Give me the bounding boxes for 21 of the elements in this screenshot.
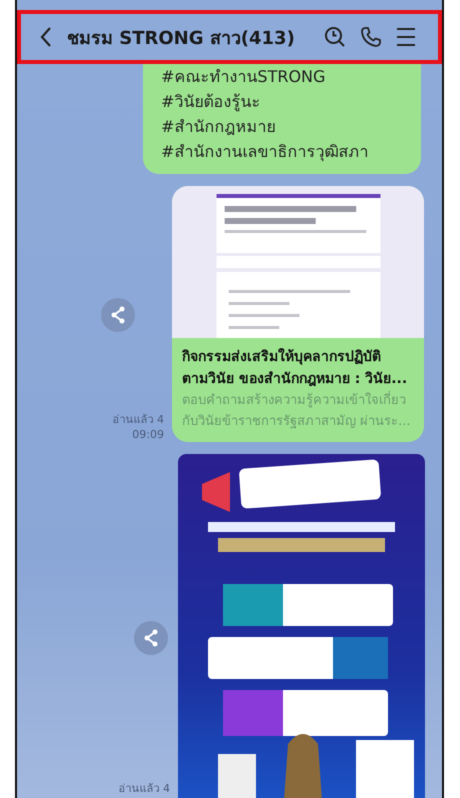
- hashtag-text: #วินัยต้องรู้นะ: [161, 91, 262, 114]
- hashtag-text: #คณะทำงานSTRONG: [161, 66, 326, 88]
- share-icon: [142, 629, 160, 647]
- message-time: 09:09: [132, 427, 164, 442]
- hashtag-text: #สำนักกฎหมาย: [161, 116, 276, 138]
- link-title: กิจกรรมส่งเสริมให้บุคลากรปฏิบัติ: [182, 347, 382, 367]
- share-icon: [109, 306, 127, 324]
- link-title: ตามวินัย ของสำนักกฎหมาย : วินัย...: [182, 370, 408, 389]
- back-icon[interactable]: [39, 26, 53, 48]
- link-description: ตอบคำถามสร้างความรู้ความเข้าใจเกี่ยว: [182, 390, 416, 411]
- menu-icon[interactable]: [396, 27, 416, 47]
- share-button[interactable]: [134, 621, 168, 655]
- link-description: กับวินัยข้าราชการรัฐสภาสามัญ ผ่านระ...: [182, 413, 412, 431]
- hashtag-text: #สำนักงานเลขาธิการวุฒิสภา: [161, 141, 370, 164]
- read-receipt: อ่านแล้ว 4: [118, 781, 170, 796]
- share-button[interactable]: [101, 298, 135, 332]
- chat-title: ชมรม STRONG สาว(413): [67, 26, 296, 50]
- search-icon[interactable]: [324, 26, 346, 48]
- read-receipt: อ่านแล้ว 4: [112, 412, 164, 427]
- link-preview-card[interactable]: กิจกรรมส่งเสริมให้บุคลากรปฏิบัติ ตามวินัย ของสำนักกฎหมาย : วินัย... ตอบคำถามสร้างความรู้ความเข้าใจเกี่ยว กับวินัยข้าราชการรัฐสภาสามัญ ผ่านระ...: [172, 186, 424, 442]
- phone-icon[interactable]: [360, 26, 382, 48]
